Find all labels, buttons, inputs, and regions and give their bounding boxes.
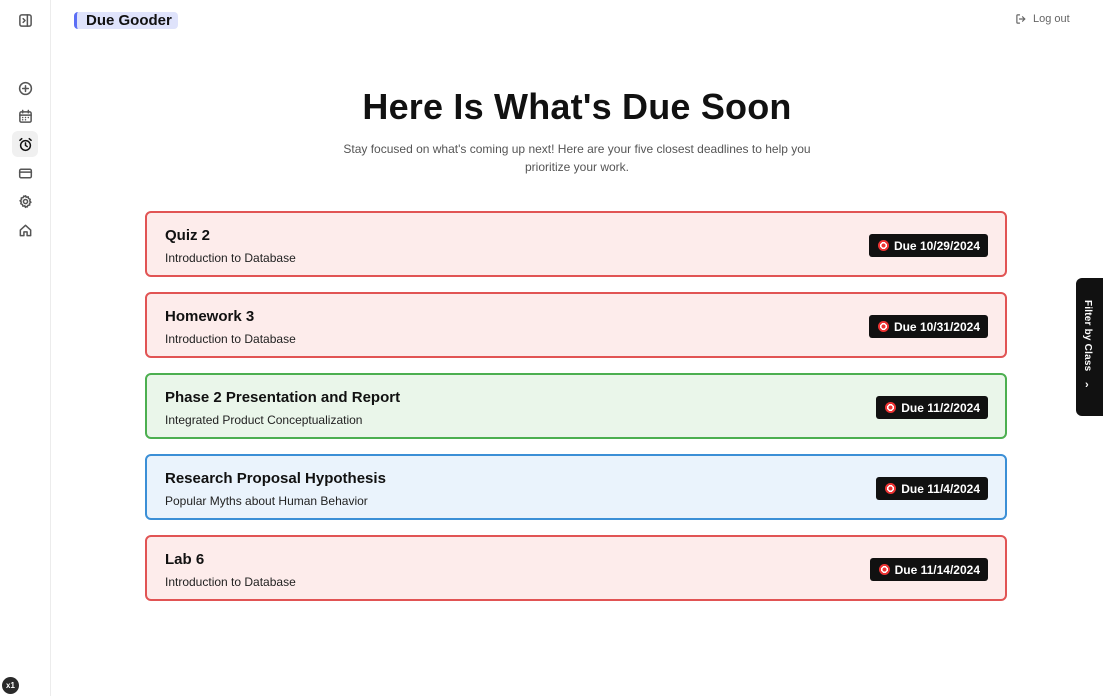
logout-label: Log out [1033,13,1070,25]
filter-by-class-label: Filter by Class [1082,300,1093,372]
target-icon [877,240,889,251]
deadline-card[interactable]: Quiz 2 Introduction to Database Due 10/2… [145,211,1007,277]
filter-by-class-tab[interactable]: Filter by Class › [1076,278,1103,416]
target-icon [885,483,897,494]
zoom-badge: x1 [2,677,19,694]
home-button[interactable] [12,217,38,243]
deadline-card[interactable]: Lab 6 Introduction to Database Due 11/14… [145,535,1007,601]
logout-button[interactable]: Log out [1015,13,1070,25]
deadline-title: Quiz 2 [165,227,211,244]
due-date-badge: Due 11/14/2024 [869,558,988,581]
target-icon [877,321,889,332]
due-date-badge: Due 10/29/2024 [868,234,988,257]
panel-toggle-icon [18,13,32,27]
chevron-right-icon: › [1085,379,1089,391]
due-date-badge: Due 11/4/2024 [876,477,988,500]
due-date-label: Due 11/2/2024 [901,400,980,415]
logout-icon [1016,14,1026,24]
deadline-course: Introduction to Database [165,575,296,589]
alarm-clock-icon [18,137,32,151]
deadline-title: Research Proposal Hypothesis [165,470,386,487]
deadline-course: Integrated Product Conceptualization [165,413,363,427]
due-soon-button[interactable] [12,131,38,157]
gear-icon [18,194,32,208]
deadline-card[interactable]: Research Proposal Hypothesis Popular Myt… [145,454,1007,520]
deadline-course: Popular Myths about Human Behavior [165,494,368,508]
cards-button[interactable] [12,160,38,186]
due-date-label: Due 11/14/2024 [894,562,980,577]
due-date-label: Due 10/29/2024 [893,238,980,253]
target-icon [878,564,890,575]
target-icon [885,402,897,413]
due-date-label: Due 11/4/2024 [901,481,980,496]
due-date-badge: Due 10/31/2024 [868,315,988,338]
deadline-card[interactable]: Homework 3 Introduction to Database Due … [145,292,1007,358]
brand-logo[interactable]: Due Gooder [74,12,178,29]
deadline-title: Phase 2 Presentation and Report [165,389,401,406]
page-subtitle: Stay focused on what's coming up next! H… [343,142,811,174]
page-title: Here Is What's Due Soon [362,86,792,127]
deadline-course: Introduction to Database [165,251,296,265]
due-date-badge: Due 11/2/2024 [876,396,988,419]
settings-button[interactable] [12,188,38,214]
deadline-course: Introduction to Database [165,332,296,346]
home-icon [19,224,31,236]
credit-card-icon [18,168,32,178]
deadline-title: Homework 3 [165,308,255,325]
due-date-label: Due 10/31/2024 [893,319,980,334]
deadline-title: Lab 6 [165,551,205,568]
deadline-card[interactable]: Phase 2 Presentation and Report Integrat… [145,373,1007,439]
panel-toggle-button[interactable] [12,7,38,33]
